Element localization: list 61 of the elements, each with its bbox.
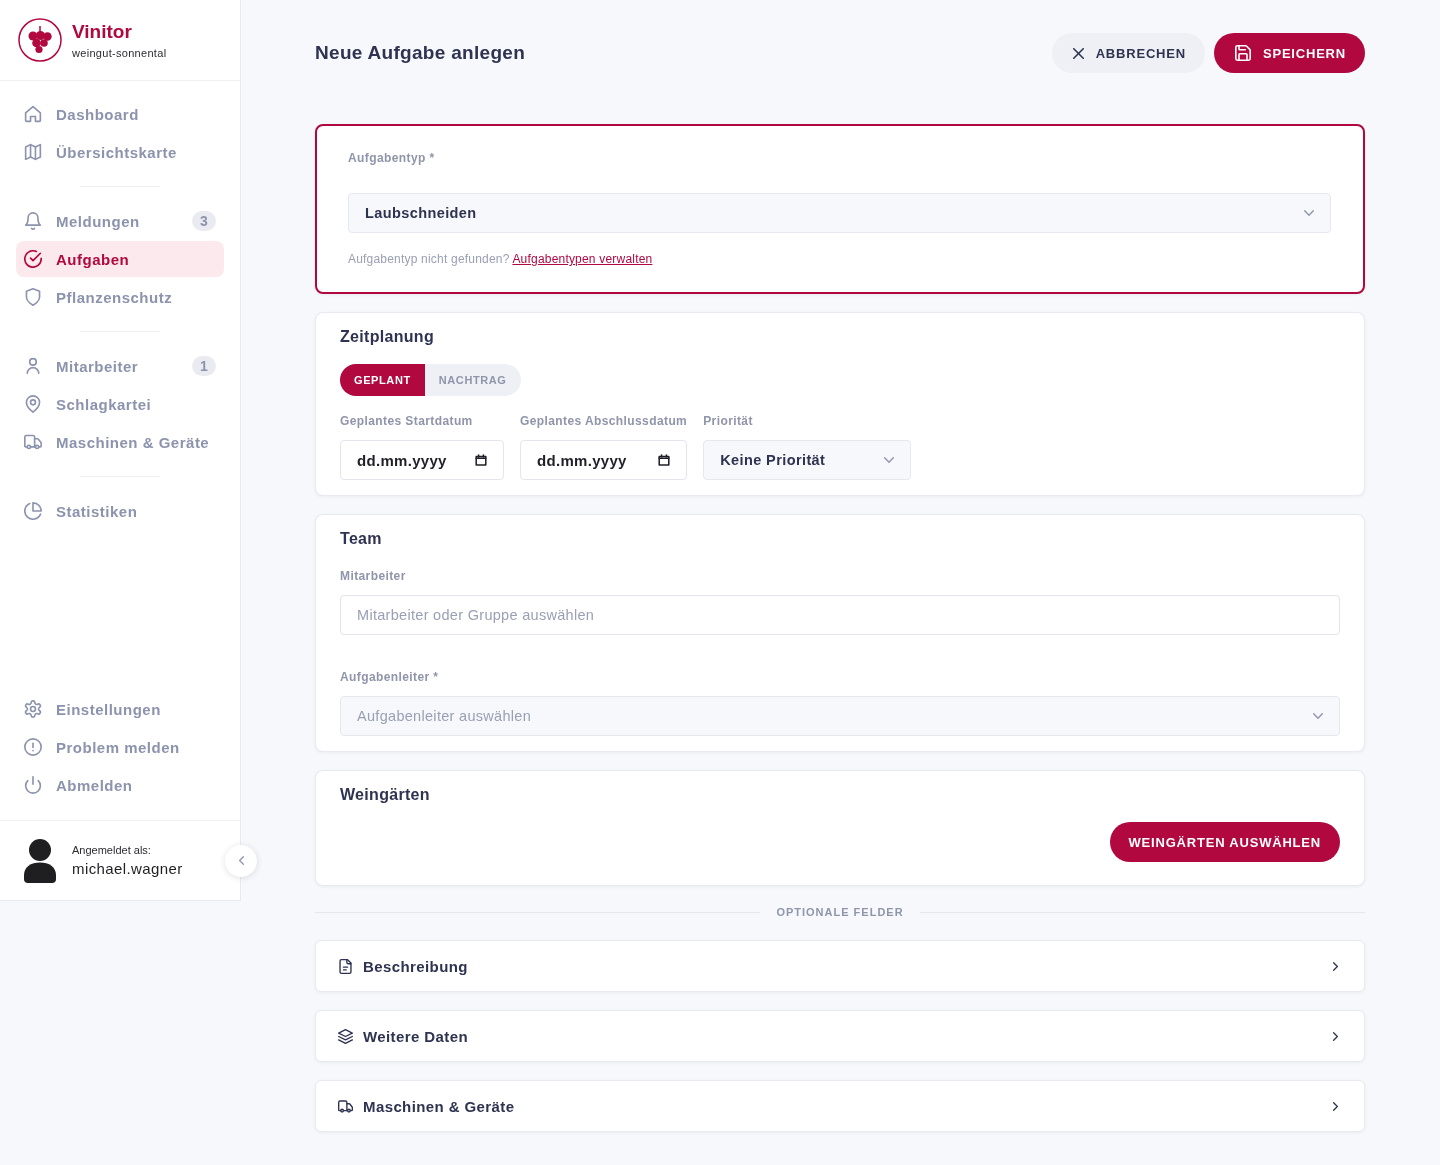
field-label: Geplantes Abschlussdatum bbox=[520, 413, 688, 429]
home-icon bbox=[24, 105, 42, 123]
field-label: Priorität bbox=[703, 413, 754, 429]
page-title: Neue Aufgabe anlegen bbox=[315, 42, 526, 64]
shield-icon bbox=[24, 288, 42, 306]
map-icon bbox=[24, 143, 42, 161]
date-field[interactable]: dd.mm.yyyy bbox=[520, 440, 688, 480]
count-badge: 3 bbox=[192, 211, 216, 231]
power-icon bbox=[24, 776, 42, 794]
accordion-row[interactable]: Beschreibung bbox=[315, 940, 1365, 992]
chevron-right-icon bbox=[1333, 1101, 1338, 1111]
calendar-icon bbox=[475, 454, 487, 466]
field-label: Aufgabentyp * bbox=[348, 150, 436, 166]
map-pin-icon bbox=[24, 395, 42, 413]
task-type-select[interactable]: Laubschneiden bbox=[348, 193, 1331, 233]
mode-tab[interactable]: GEPLANT bbox=[340, 364, 425, 396]
priority-select[interactable]: Keine Priorität bbox=[703, 440, 912, 480]
bell-icon bbox=[24, 212, 42, 230]
section-title: Weingärten bbox=[340, 785, 431, 805]
workspace-name: weingut-sonnental bbox=[72, 45, 167, 60]
divider-label: OPTIONALE FELDER bbox=[775, 906, 905, 918]
chevron-down-icon bbox=[1313, 713, 1323, 719]
section-title: Team bbox=[340, 529, 383, 549]
chevron-down-icon bbox=[1304, 210, 1314, 216]
truck-icon bbox=[24, 433, 42, 451]
chevron-left-icon bbox=[238, 856, 244, 865]
person-icon bbox=[24, 357, 42, 375]
section-title: Zeitplanung bbox=[340, 327, 435, 347]
date-field[interactable]: dd.mm.yyyy bbox=[340, 440, 504, 480]
alert-circle-icon bbox=[24, 738, 42, 756]
cancel-button[interactable]: ABBRECHEN bbox=[1051, 33, 1205, 73]
avatar-icon bbox=[24, 838, 56, 883]
layers-icon bbox=[338, 1028, 353, 1044]
pie-chart-icon bbox=[24, 502, 42, 520]
check-circle-icon bbox=[24, 250, 42, 268]
save-button[interactable]: SPEICHERN bbox=[1213, 33, 1365, 73]
document-icon bbox=[338, 958, 353, 974]
chevron-down-icon bbox=[884, 457, 895, 463]
chevron-right-icon bbox=[1333, 1031, 1338, 1041]
calendar-icon bbox=[658, 454, 671, 466]
select-vineyards-button[interactable]: WEINGÄRTEN AUSWÄHLEN bbox=[1109, 822, 1340, 862]
field-label: Aufgabenleiter * bbox=[340, 669, 440, 685]
employee-input[interactable]: Mitarbeiter oder Gruppe auswählen bbox=[340, 595, 1340, 635]
accordion-row[interactable]: Maschinen & Geräte bbox=[315, 1080, 1365, 1132]
username: michael.wagner bbox=[72, 858, 183, 879]
manage-types-link[interactable]: Aufgabentypen verwalten bbox=[512, 252, 653, 266]
truck-icon bbox=[338, 1098, 353, 1114]
help-text: Aufgabentyp nicht gefunden? Aufgabentypen verwalten bbox=[348, 252, 654, 266]
count-badge: 1 bbox=[192, 356, 216, 376]
signed-in-caption: Angemeldet als: bbox=[72, 842, 152, 857]
grapes-logo-icon bbox=[18, 18, 62, 62]
collapse-sidebar-button[interactable] bbox=[225, 844, 257, 877]
field-label: Geplantes Startdatum bbox=[340, 413, 474, 429]
app-name: Vinitor bbox=[72, 20, 133, 43]
accordion-row[interactable]: Weitere Daten bbox=[315, 1010, 1365, 1062]
nav-item[interactable]: Aufgaben bbox=[16, 241, 224, 277]
settings-icon bbox=[24, 700, 42, 718]
close-icon bbox=[1072, 47, 1084, 59]
save-icon bbox=[1234, 45, 1251, 61]
field-label: Mitarbeiter bbox=[340, 568, 407, 584]
chevron-right-icon bbox=[1333, 961, 1338, 971]
